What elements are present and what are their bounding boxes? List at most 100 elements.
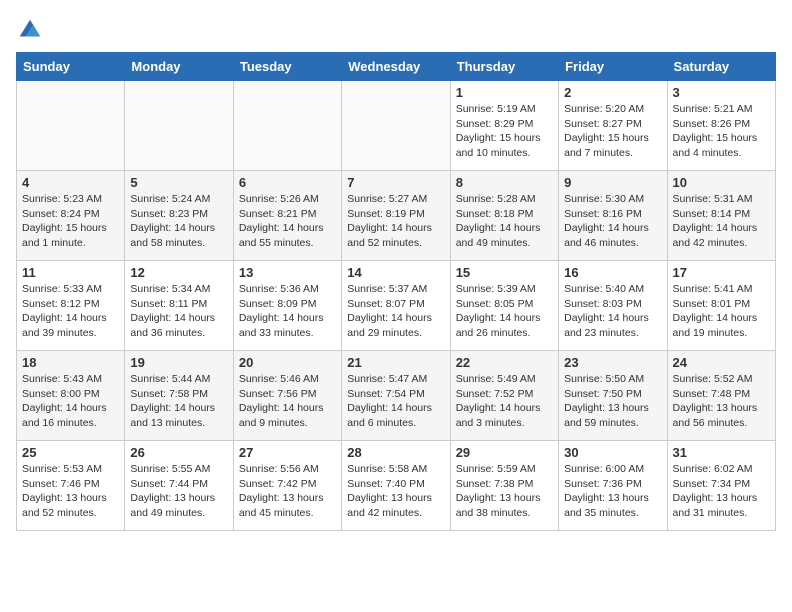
day-info: Sunrise: 5:46 AM Sunset: 7:56 PM Dayligh… <box>239 372 336 431</box>
calendar-cell: 16 Sunrise: 5:40 AM Sunset: 8:03 PM Dayli… <box>559 261 667 351</box>
day-number: 28 <box>347 445 444 460</box>
calendar-cell: 3 Sunrise: 5:21 AM Sunset: 8:26 PM Daylig… <box>667 81 775 171</box>
calendar-cell: 30Sunrise: 6:00 AM Sunset: 7:36 PM Dayli… <box>559 441 667 531</box>
day-info: Sunrise: 5:53 AM Sunset: 7:46 PM Dayligh… <box>22 462 119 521</box>
day-number: 20 <box>239 355 336 370</box>
day-number: 27 <box>239 445 336 460</box>
calendar-cell: 26 Sunrise: 5:55 AM Sunset: 7:44 PM Dayli… <box>125 441 233 531</box>
weekday-header: Wednesday <box>342 53 450 81</box>
day-number: 25 <box>22 445 119 460</box>
calendar-cell: 19 Sunrise: 5:44 AM Sunset: 7:58 PM Dayli… <box>125 351 233 441</box>
day-number: 23 <box>564 355 661 370</box>
day-info: Sunrise: 5:24 AM Sunset: 8:23 PM Dayligh… <box>130 192 227 251</box>
calendar-cell: 29 Sunrise: 5:59 AM Sunset: 7:38 PM Dayli… <box>450 441 558 531</box>
day-number: 4 <box>22 175 119 190</box>
day-number: 17 <box>673 265 770 280</box>
weekday-header: Sunday <box>17 53 125 81</box>
day-info: Sunrise: 5:47 AM Sunset: 7:54 PM Dayligh… <box>347 372 444 431</box>
day-info: Sunrise: 5:37 AM Sunset: 8:07 PM Dayligh… <box>347 282 444 341</box>
day-info: Sunrise: 5:27 AM Sunset: 8:19 PM Dayligh… <box>347 192 444 251</box>
day-info: Sunrise: 5:28 AM Sunset: 8:18 PM Dayligh… <box>456 192 553 251</box>
calendar-cell: 1 Sunrise: 5:19 AM Sunset: 8:29 PM Daylig… <box>450 81 558 171</box>
calendar-week-row: 1 Sunrise: 5:19 AM Sunset: 8:29 PM Daylig… <box>17 81 776 171</box>
day-info: Sunrise: 5:39 AM Sunset: 8:05 PM Dayligh… <box>456 282 553 341</box>
day-number: 24 <box>673 355 770 370</box>
day-number: 22 <box>456 355 553 370</box>
day-number: 2 <box>564 85 661 100</box>
calendar-cell <box>342 81 450 171</box>
calendar-cell <box>17 81 125 171</box>
calendar-cell: 20 Sunrise: 5:46 AM Sunset: 7:56 PM Dayli… <box>233 351 341 441</box>
day-info: Sunrise: 5:21 AM Sunset: 8:26 PM Dayligh… <box>673 102 770 161</box>
day-info: Sunrise: 5:23 AM Sunset: 8:24 PM Dayligh… <box>22 192 119 251</box>
day-info: Sunrise: 5:33 AM Sunset: 8:12 PM Dayligh… <box>22 282 119 341</box>
day-info: Sunrise: 5:41 AM Sunset: 8:01 PM Dayligh… <box>673 282 770 341</box>
calendar-cell: 7 Sunrise: 5:27 AM Sunset: 8:19 PM Daylig… <box>342 171 450 261</box>
calendar-cell: 10 Sunrise: 5:31 AM Sunset: 8:14 PM Dayli… <box>667 171 775 261</box>
weekday-header: Saturday <box>667 53 775 81</box>
calendar-cell: 23Sunrise: 5:50 AM Sunset: 7:50 PM Dayli… <box>559 351 667 441</box>
day-info: Sunrise: 5:58 AM Sunset: 7:40 PM Dayligh… <box>347 462 444 521</box>
calendar-week-row: 25 Sunrise: 5:53 AM Sunset: 7:46 PM Dayli… <box>17 441 776 531</box>
page-header <box>16 16 776 44</box>
calendar-cell: 13Sunrise: 5:36 AM Sunset: 8:09 PM Dayli… <box>233 261 341 351</box>
day-number: 21 <box>347 355 444 370</box>
calendar-cell: 9Sunrise: 5:30 AM Sunset: 8:16 PM Daylig… <box>559 171 667 261</box>
calendar-cell: 31 Sunrise: 6:02 AM Sunset: 7:34 PM Dayli… <box>667 441 775 531</box>
calendar-header-row: SundayMondayTuesdayWednesdayThursdayFrid… <box>17 53 776 81</box>
calendar-week-row: 4 Sunrise: 5:23 AM Sunset: 8:24 PM Daylig… <box>17 171 776 261</box>
day-info: Sunrise: 5:36 AM Sunset: 8:09 PM Dayligh… <box>239 282 336 341</box>
calendar-cell: 8 Sunrise: 5:28 AM Sunset: 8:18 PM Daylig… <box>450 171 558 261</box>
day-info: Sunrise: 5:56 AM Sunset: 7:42 PM Dayligh… <box>239 462 336 521</box>
day-number: 14 <box>347 265 444 280</box>
day-info: Sunrise: 5:34 AM Sunset: 8:11 PM Dayligh… <box>130 282 227 341</box>
calendar-cell: 27 Sunrise: 5:56 AM Sunset: 7:42 PM Dayli… <box>233 441 341 531</box>
calendar-cell: 24Sunrise: 5:52 AM Sunset: 7:48 PM Dayli… <box>667 351 775 441</box>
day-info: Sunrise: 5:40 AM Sunset: 8:03 PM Dayligh… <box>564 282 661 341</box>
calendar: SundayMondayTuesdayWednesdayThursdayFrid… <box>16 52 776 531</box>
day-info: Sunrise: 6:00 AM Sunset: 7:36 PM Dayligh… <box>564 462 661 521</box>
weekday-header: Monday <box>125 53 233 81</box>
calendar-cell: 14 Sunrise: 5:37 AM Sunset: 8:07 PM Dayli… <box>342 261 450 351</box>
day-info: Sunrise: 5:31 AM Sunset: 8:14 PM Dayligh… <box>673 192 770 251</box>
day-info: Sunrise: 5:26 AM Sunset: 8:21 PM Dayligh… <box>239 192 336 251</box>
day-number: 5 <box>130 175 227 190</box>
day-number: 12 <box>130 265 227 280</box>
day-number: 16 <box>564 265 661 280</box>
day-number: 26 <box>130 445 227 460</box>
calendar-cell: 28 Sunrise: 5:58 AM Sunset: 7:40 PM Dayli… <box>342 441 450 531</box>
calendar-cell <box>233 81 341 171</box>
logo-icon <box>16 16 44 44</box>
calendar-cell: 12 Sunrise: 5:34 AM Sunset: 8:11 PM Dayli… <box>125 261 233 351</box>
day-number: 29 <box>456 445 553 460</box>
day-number: 3 <box>673 85 770 100</box>
day-number: 18 <box>22 355 119 370</box>
calendar-cell: 17 Sunrise: 5:41 AM Sunset: 8:01 PM Dayli… <box>667 261 775 351</box>
day-info: Sunrise: 5:55 AM Sunset: 7:44 PM Dayligh… <box>130 462 227 521</box>
day-info: Sunrise: 5:44 AM Sunset: 7:58 PM Dayligh… <box>130 372 227 431</box>
weekday-header: Tuesday <box>233 53 341 81</box>
day-info: Sunrise: 5:59 AM Sunset: 7:38 PM Dayligh… <box>456 462 553 521</box>
calendar-cell: 15 Sunrise: 5:39 AM Sunset: 8:05 PM Dayli… <box>450 261 558 351</box>
day-number: 31 <box>673 445 770 460</box>
calendar-cell: 21 Sunrise: 5:47 AM Sunset: 7:54 PM Dayli… <box>342 351 450 441</box>
day-info: Sunrise: 5:43 AM Sunset: 8:00 PM Dayligh… <box>22 372 119 431</box>
logo <box>16 16 48 44</box>
day-number: 1 <box>456 85 553 100</box>
day-number: 7 <box>347 175 444 190</box>
calendar-cell <box>125 81 233 171</box>
calendar-cell: 11Sunrise: 5:33 AM Sunset: 8:12 PM Dayli… <box>17 261 125 351</box>
weekday-header: Friday <box>559 53 667 81</box>
day-number: 9 <box>564 175 661 190</box>
calendar-week-row: 18 Sunrise: 5:43 AM Sunset: 8:00 PM Dayli… <box>17 351 776 441</box>
day-info: Sunrise: 6:02 AM Sunset: 7:34 PM Dayligh… <box>673 462 770 521</box>
day-number: 8 <box>456 175 553 190</box>
day-number: 15 <box>456 265 553 280</box>
day-number: 10 <box>673 175 770 190</box>
calendar-cell: 4 Sunrise: 5:23 AM Sunset: 8:24 PM Daylig… <box>17 171 125 261</box>
calendar-week-row: 11Sunrise: 5:33 AM Sunset: 8:12 PM Dayli… <box>17 261 776 351</box>
day-info: Sunrise: 5:49 AM Sunset: 7:52 PM Dayligh… <box>456 372 553 431</box>
calendar-cell: 25 Sunrise: 5:53 AM Sunset: 7:46 PM Dayli… <box>17 441 125 531</box>
day-number: 19 <box>130 355 227 370</box>
day-info: Sunrise: 5:19 AM Sunset: 8:29 PM Dayligh… <box>456 102 553 161</box>
